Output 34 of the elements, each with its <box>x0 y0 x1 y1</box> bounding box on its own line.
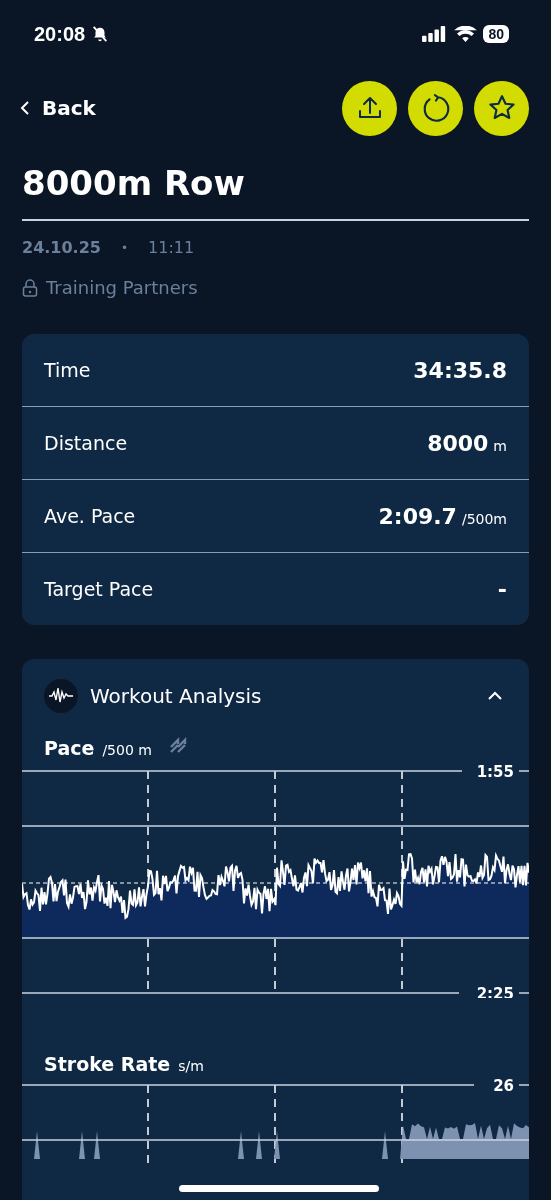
workout-title: 8000m Row <box>22 162 246 205</box>
favorite-button[interactable] <box>474 80 529 136</box>
share-button[interactable] <box>342 80 397 136</box>
workout-date: 24.10.25 <box>22 238 101 257</box>
stat-unit: /500m <box>461 510 507 527</box>
chart-title: Stroke Rate <box>44 1053 171 1075</box>
chart-unit: /500 m <box>102 742 152 758</box>
chevron-left-icon <box>20 100 30 116</box>
stat-label: Time <box>44 359 91 381</box>
stat-label: Ave. Pace <box>44 505 136 527</box>
visibility-label: Training Partners <box>46 277 198 298</box>
stat-label: Target Pace <box>44 578 154 600</box>
chevron-up-icon <box>487 690 503 701</box>
waveform-icon <box>44 679 78 713</box>
battery-indicator: 80 <box>483 25 509 43</box>
stat-label: Distance <box>44 432 128 454</box>
separator-dot: • <box>120 240 129 255</box>
axis-tick: 26 <box>493 1079 514 1095</box>
back-button[interactable]: Back <box>14 95 102 121</box>
section-title: Workout Analysis <box>90 684 262 708</box>
status-time: 20:08 <box>34 22 86 46</box>
wifi-icon <box>454 25 478 43</box>
repeat-button[interactable] <box>408 80 463 136</box>
chart-unit: s/m <box>178 1058 204 1074</box>
workout-time: 11:11 <box>148 238 195 257</box>
stat-value: 2:09.7 <box>378 503 457 529</box>
chart-title: Pace <box>44 737 95 759</box>
stat-unit: m <box>493 437 507 454</box>
stat-value: - <box>497 576 507 602</box>
stat-value: 8000 <box>427 430 489 456</box>
stat-value: 34:35.8 <box>413 357 507 383</box>
lock-icon <box>22 278 38 297</box>
axis-tick: 1:55 <box>476 763 514 781</box>
bell-muted-icon <box>91 25 110 43</box>
